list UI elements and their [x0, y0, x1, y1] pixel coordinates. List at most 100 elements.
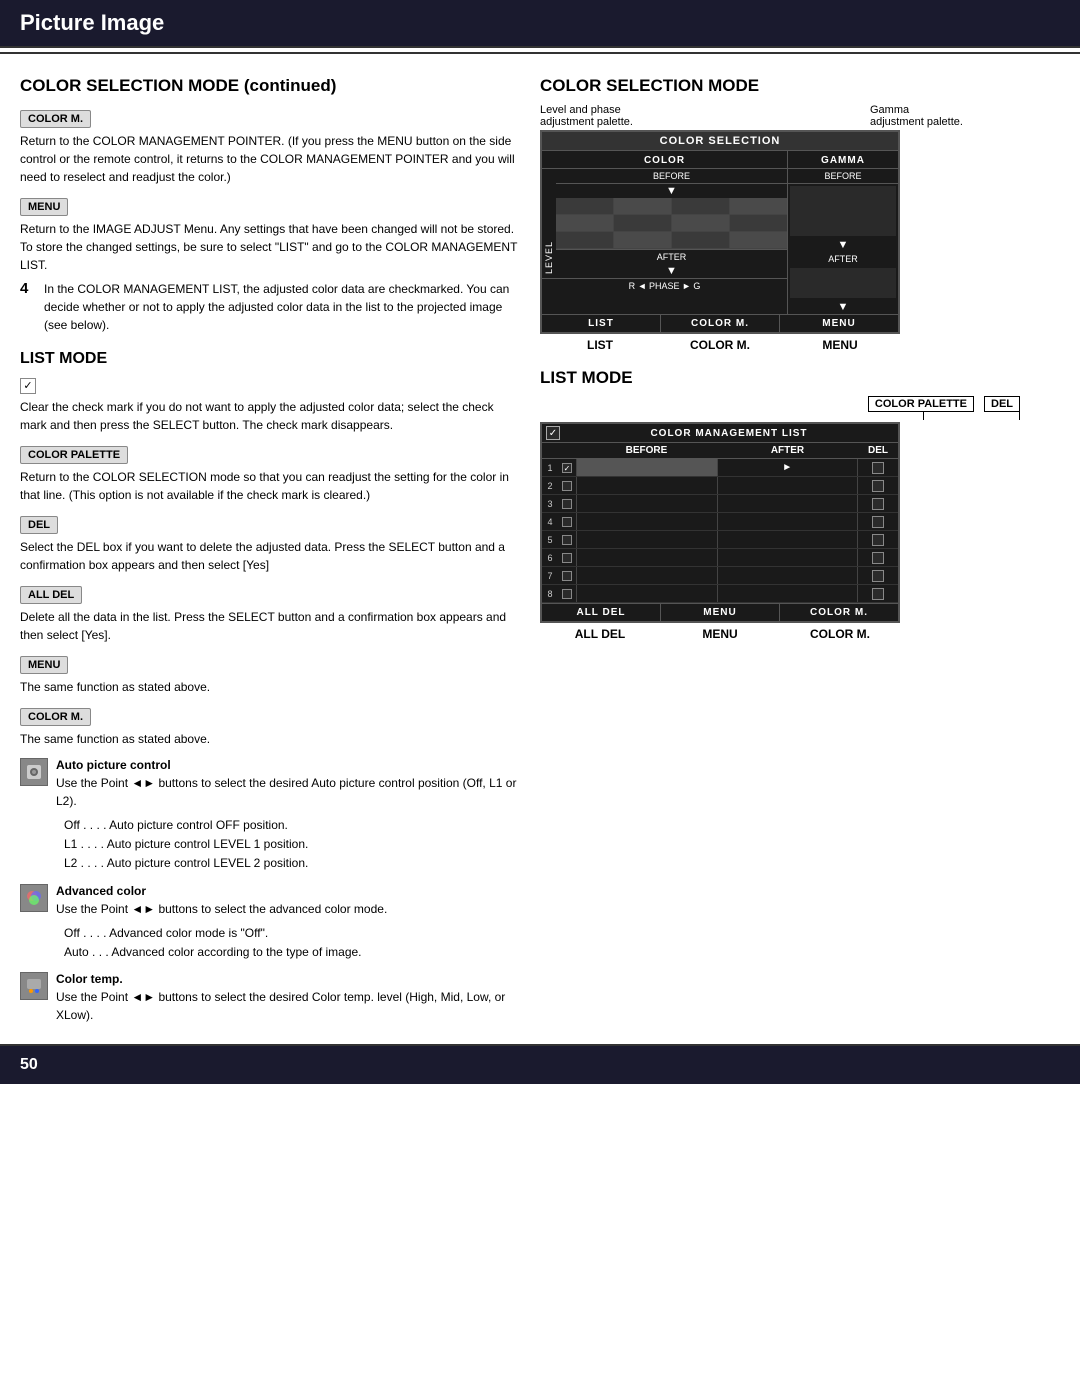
- advanced-color-icon: [20, 884, 48, 912]
- page-number: 50: [20, 1056, 38, 1073]
- del-callout: DEL: [984, 396, 1020, 420]
- lm-callout-area: COLOR PALETTE DEL: [540, 396, 1020, 420]
- advanced-color-label: Advanced color: [56, 884, 387, 898]
- lm-col-del: DEL: [858, 445, 898, 456]
- cs-diagram: COLOR SELECTION COLOR LEVEL BEFORE ▼: [540, 130, 900, 334]
- lm-row-after: ►: [718, 459, 859, 476]
- cs-btn-color-m[interactable]: COLOR M.: [661, 315, 780, 332]
- cs-g-label: G: [693, 281, 700, 291]
- lm-row-del: [858, 570, 898, 582]
- del-callout-label: DEL: [984, 396, 1020, 412]
- lm-btn-menu[interactable]: MENU: [661, 604, 780, 621]
- lm-row-check: [558, 535, 576, 545]
- del-checkbox: [872, 588, 884, 600]
- mini-check: [562, 589, 572, 599]
- lm-title: COLOR MANAGEMENT LIST: [564, 428, 894, 439]
- del-checkbox: [872, 552, 884, 564]
- item-4-number: 4: [20, 280, 38, 340]
- grid-cell: [614, 232, 672, 248]
- check-text: Clear the check mark if you do not want …: [20, 398, 520, 434]
- lm-row-num: 6: [542, 553, 558, 563]
- auto-picture-label: Auto picture control: [56, 758, 520, 772]
- cs-color-header: COLOR: [542, 155, 787, 169]
- badge-color-m2: COLOR M.: [20, 708, 91, 726]
- grid-cell: [672, 198, 730, 214]
- right-section2-title: LIST MODE: [540, 368, 1020, 388]
- badge-del: DEL: [20, 516, 58, 534]
- all-del-text: Delete all the data in the list. Press t…: [20, 608, 520, 644]
- advanced-color-item: Advanced color Use the Point ◄► buttons …: [20, 884, 520, 962]
- left-column: COLOR SELECTION MODE (continued) COLOR M…: [20, 72, 520, 1034]
- cs-color-section: COLOR LEVEL BEFORE ▼: [542, 151, 788, 314]
- left-section-title: COLOR SELECTION MODE (continued): [20, 76, 520, 96]
- grid-cell: [672, 232, 730, 248]
- grid-row: [556, 232, 787, 249]
- badge-all-del: ALL DEL: [20, 586, 82, 604]
- lm-col-after: AFTER: [717, 445, 858, 456]
- color-temp-text: Use the Point ◄► buttons to select the d…: [56, 988, 520, 1024]
- grid-row: [556, 198, 787, 215]
- lm-col-before: BEFORE: [576, 445, 717, 456]
- cs-btn-menu[interactable]: MENU: [780, 315, 898, 332]
- grid-cell: [614, 215, 672, 231]
- lm-row-check: [558, 589, 576, 599]
- cs-gamma-arrow: ▼: [788, 238, 898, 252]
- lm-row-check: [558, 571, 576, 581]
- color-temp-content: Color temp. Use the Point ◄► buttons to …: [56, 972, 520, 1030]
- check-icon: ✓: [20, 378, 36, 394]
- cs-btn-labels-row: LIST COLOR M. MENU: [540, 338, 900, 352]
- callout-line-del: [1019, 412, 1020, 420]
- lm-btn-color-m[interactable]: COLOR M.: [780, 604, 898, 621]
- lm-row-2: 2: [542, 477, 898, 495]
- badge-color-palette: COLOR PALETTE: [20, 446, 128, 464]
- lm-bottom-buttons: ALL DEL MENU COLOR M.: [542, 603, 898, 621]
- cs-label-level-phase: Level and phaseadjustment palette.: [540, 104, 870, 128]
- auto-picture-item: Auto picture control Use the Point ◄► bu…: [20, 758, 520, 874]
- lm-row-before: [576, 567, 718, 584]
- mini-check: [562, 535, 572, 545]
- mini-check: [562, 499, 572, 509]
- lm-diagram: ✓ COLOR MANAGEMENT LIST BEFORE AFTER DEL…: [540, 422, 900, 623]
- lm-row-num: 1: [542, 463, 558, 473]
- cs-gamma-after-grid: [790, 268, 896, 298]
- lm-label-menu: MENU: [660, 627, 780, 641]
- cs-btn-list[interactable]: LIST: [542, 315, 661, 332]
- lm-btn-all-del[interactable]: ALL DEL: [542, 604, 661, 621]
- del-checkbox: [872, 480, 884, 492]
- lm-row-after: [718, 585, 859, 602]
- advanced-color-content: Advanced color Use the Point ◄► buttons …: [56, 884, 387, 962]
- lm-label-color-m: COLOR M.: [780, 627, 900, 641]
- lm-row-num: 3: [542, 499, 558, 509]
- page-number-bar: 50: [0, 1044, 1080, 1084]
- cs-phase-arrows: ◄ PHASE ►: [638, 281, 691, 291]
- list-item: L1 . . . . Auto picture control LEVEL 1 …: [64, 835, 520, 854]
- lm-row-after: [718, 513, 859, 530]
- list-mode-title: LIST MODE: [20, 350, 520, 368]
- lm-row-check: [558, 481, 576, 491]
- cs-level-label: LEVEL: [542, 169, 556, 278]
- lm-row-num: 7: [542, 571, 558, 581]
- lm-row-after: [718, 495, 859, 512]
- lm-row-del: [858, 552, 898, 564]
- cs-gamma-before: BEFORE: [788, 169, 898, 184]
- lm-row-after: [718, 477, 859, 494]
- lm-row-del: [858, 480, 898, 492]
- lm-header-row: ✓ COLOR MANAGEMENT LIST: [542, 424, 898, 443]
- lm-row-del: [858, 588, 898, 600]
- del-text: Select the DEL box if you want to delete…: [20, 538, 520, 574]
- lm-row-num: 5: [542, 535, 558, 545]
- callout-line-palette: [923, 412, 924, 420]
- lm-callout-top: COLOR PALETTE DEL: [540, 396, 1020, 420]
- color-temp-label: Color temp.: [56, 972, 520, 986]
- cs-label-list: LIST: [540, 338, 660, 352]
- lm-row-before: [576, 477, 718, 494]
- lm-row-before: [576, 531, 718, 548]
- badge-color-m: COLOR M.: [20, 110, 91, 128]
- cs-label-gamma: Gammaadjustment palette.: [870, 104, 1020, 128]
- list-item: Off . . . . Auto picture control OFF pos…: [64, 816, 520, 835]
- cs-callout-row: Level and phaseadjustment palette. Gamma…: [540, 104, 1020, 128]
- lm-row-after: [718, 567, 859, 584]
- list-item: L2 . . . . Auto picture control LEVEL 2 …: [64, 854, 520, 873]
- cs-r-label: R: [629, 281, 636, 291]
- item-4: 4 In the COLOR MANAGEMENT LIST, the adju…: [20, 280, 520, 340]
